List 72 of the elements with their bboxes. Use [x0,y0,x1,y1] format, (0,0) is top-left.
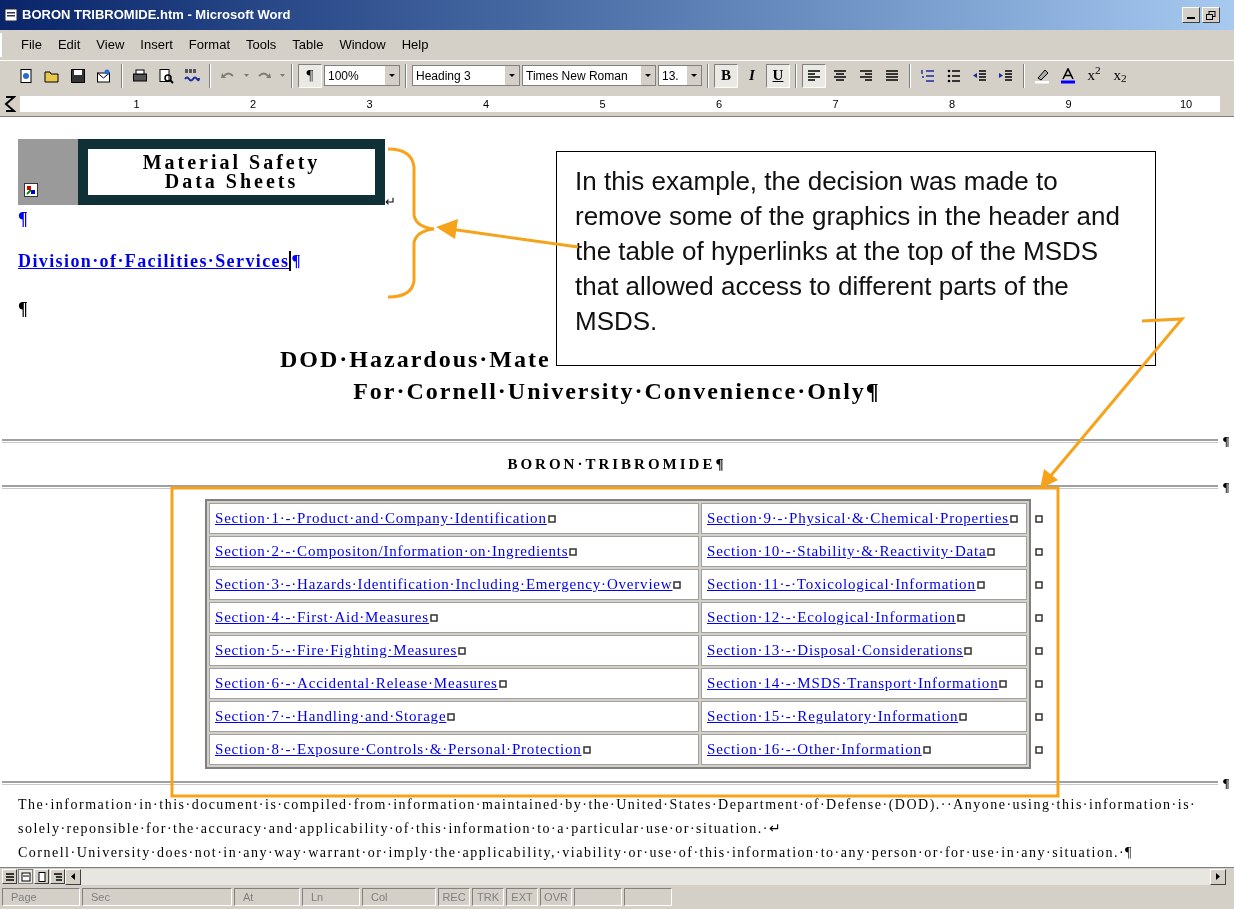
section-link[interactable]: Section·5·-·Fire·Fighting·Measures [215,639,458,662]
body-text: Cornell·University·does·not·in·any·way·warrant·or·imply·the·applicability,·viability·or·use·of·this·information·to·any·person·or·for·use·in·any·situation.·¶ [18,844,1133,862]
status-label: TRK [477,889,499,905]
menu-item[interactable]: Table [289,35,327,55]
ruler-number: 5 [598,97,607,112]
section-link[interactable]: Section·6·-·Accidental·Release·Measures [215,672,498,695]
status-label: At [243,889,254,905]
body-text: The·information·in·this·document·is·compiled·from·information·maintained·by·the·United·States·Department·of·Defense·(DOD).··Anyone·using·this·information·is· [18,796,1197,814]
menu-item[interactable]: Insert [137,35,176,55]
toolbar-button[interactable]: x$_{2}$ [1108,63,1132,88]
ruler-number: 7 [831,97,840,112]
status-label: REC [442,889,466,905]
dropdown-field[interactable]: Times New Roman [522,65,656,86]
dropdown-field[interactable]: 100% [324,65,400,86]
line-break-mark: ↵ [385,195,396,209]
section-link[interactable]: Section·7·-·Handling·and·Storage [215,705,447,728]
paragraph-mark: ¶ [1221,478,1231,497]
section-link[interactable]: Section·15·-·Regulatory·Information [707,705,959,728]
document-title: For·Cornell·University·Convenience·Only¶ [353,377,881,406]
section-link[interactable]: Section·14·-·MSDS·Transport·Information [707,672,999,695]
ruler-number: 3 [365,97,374,112]
subtitle: BORON·TRIBROMIDE¶ [507,454,727,474]
section-link[interactable]: Section·16·-·Other·Information [707,738,922,761]
section-link[interactable]: Section·11·-·Toxicological·Information [707,573,976,596]
italic-button[interactable]: I [740,63,764,88]
ruler-number: 6 [714,97,724,112]
paragraph-mark: ¶ [1221,774,1231,793]
body-text: solely·reponsible·for·the·accuracy·and·applicability·of·this·information·to·a·particular·use·or·situation.·↵ [18,820,783,838]
menu-item[interactable]: Tools [243,35,280,55]
banner-text: Data Sheets [164,172,299,191]
menu-item[interactable]: Help [398,35,432,55]
section-link[interactable]: Section·12·-·Ecological·Information [707,606,956,629]
section-link[interactable]: Section·13·-·Disposal·Considerations [707,639,964,662]
menu-item[interactable]: Window [336,35,389,55]
toolbar-button[interactable]: ¶ [298,63,322,88]
status-label: Page [11,889,37,905]
toolbar-button[interactable]: x$^{2}$ [1082,63,1106,88]
callout-text: In this example, the decision was made to remove some of the graphics in the header and the table of hyperlinks at the top of the MSDS that allowed access to different parts of the MSDS. [575,165,1121,338]
menu-item[interactable]: File [18,35,45,55]
section-link[interactable]: Section·2·-·Compositon/Information·on·Ingredients [215,540,569,563]
status-label: Sec [91,889,110,905]
status-label: Ln [311,889,324,905]
window-title: BORON TRIBROMIDE.htm - Microsoft Word [22,6,291,25]
section-link[interactable]: Section·8·-·Exposure·Controls·&·Personal·Protection [215,738,582,761]
status-label: OVR [544,889,568,905]
dropdown-field[interactable]: 13. [658,65,702,86]
menu-item[interactable]: Edit [54,35,84,55]
ruler-number: 1 [132,97,141,112]
section-link[interactable]: Section·1·-·Product·and·Company·Identification [215,507,547,530]
status-label: EXT [511,889,533,905]
section-link[interactable]: Section·4·-·First·Aid·Measures [215,606,429,629]
paragraph-mark: ¶ [18,208,28,231]
dropdown-field[interactable]: Heading 3 [412,65,520,86]
document-title: DOD·Hazardous·Mate [280,345,551,374]
section-link[interactable]: Section·3·-·Hazards·Identification·Including·Emergency·Overview [215,573,673,596]
bold-button[interactable]: B [714,63,738,88]
paragraph-mark: ¶ [291,250,301,273]
division-link[interactable]: Division·of·Facilities·Services [18,247,290,275]
ruler-number: 9 [1064,97,1073,112]
ruler-number: 8 [947,97,957,112]
underline-button[interactable]: U [766,63,790,88]
menu-item[interactable]: View [93,35,128,55]
menu-item[interactable]: Format [185,35,233,55]
section-link[interactable]: Section·9·-·Physical·&·Chemical·Properties [707,507,1009,530]
paragraph-mark: ¶ [1221,432,1231,451]
ruler-number: 10 [1180,97,1190,112]
banner-text: Material Safety [142,153,321,172]
paragraph-mark: ¶ [18,298,28,321]
ruler-number: 2 [248,97,258,112]
section-link[interactable]: Section·10·-·Stability·&·Reactivity·Data [707,540,987,563]
ruler-number: 4 [481,97,491,112]
status-label: Col [371,889,388,905]
